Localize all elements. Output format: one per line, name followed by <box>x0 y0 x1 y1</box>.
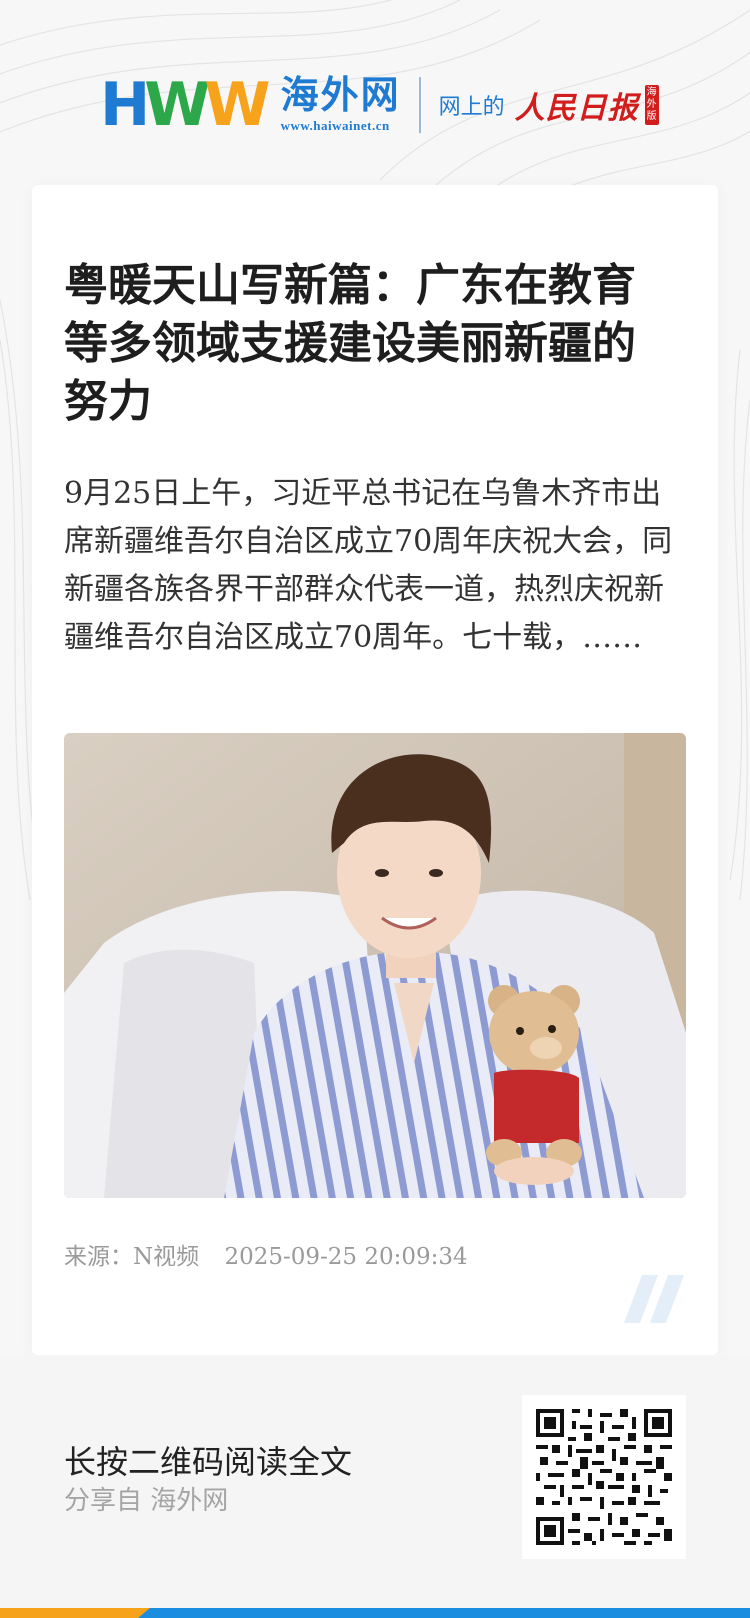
qr-code[interactable] <box>522 1395 686 1559</box>
article-source: 来源：N视频 <box>64 1244 200 1270</box>
renmin-daily-logo: 人民日报 <box>514 91 639 126</box>
shared-from: 分享自 海外网 <box>64 1486 229 1516</box>
logo-letter-h: H <box>100 70 150 140</box>
article-photo <box>64 733 686 1198</box>
logo-letter-w2: W <box>204 70 270 140</box>
header-divider <box>418 77 421 133</box>
quote-mark-icon <box>624 1275 684 1323</box>
tagline: 网上的 <box>438 95 505 120</box>
logo-cn-text: 海外网 <box>280 72 401 117</box>
qr-instruction: 长按二维码阅读全文 <box>64 1443 353 1481</box>
overseas-edition-badge: 海外版 <box>644 85 659 125</box>
article-title: 粤暖天山写新篇：广东在教育等多领域支援建设美丽新疆的努力 <box>64 260 636 427</box>
article-meta: 来源：N视频 2025-09-25 20:09:34 <box>64 1237 468 1271</box>
article-datetime: 2025-09-25 20:09:34 <box>224 1244 468 1270</box>
share-footer: 长按二维码阅读全文 分享自 海外网 <box>0 1355 750 1618</box>
haiwainet-wordmark: 海外网 www.haiwainet.cn <box>281 76 401 134</box>
logo-url: www.haiwainet.cn <box>280 118 390 133</box>
hww-logo: H W W <box>100 70 271 140</box>
article-card[interactable]: 粤暖天山写新篇：广东在教育等多领域支援建设美丽新疆的努力 9月25日上午，习近平… <box>32 185 718 1355</box>
bottom-bar-accent <box>0 1608 150 1618</box>
article-summary: 9月25日上午，习近平总书记在乌鲁木齐市出席新疆维吾尔自治区成立70周年庆祝大会… <box>64 476 673 655</box>
logo-letter-w1: W <box>144 70 210 140</box>
header: H W W 海外网 www.haiwainet.cn 网上的 人民日报 海外版 <box>100 70 660 140</box>
bottom-brand-bar <box>0 1608 750 1618</box>
